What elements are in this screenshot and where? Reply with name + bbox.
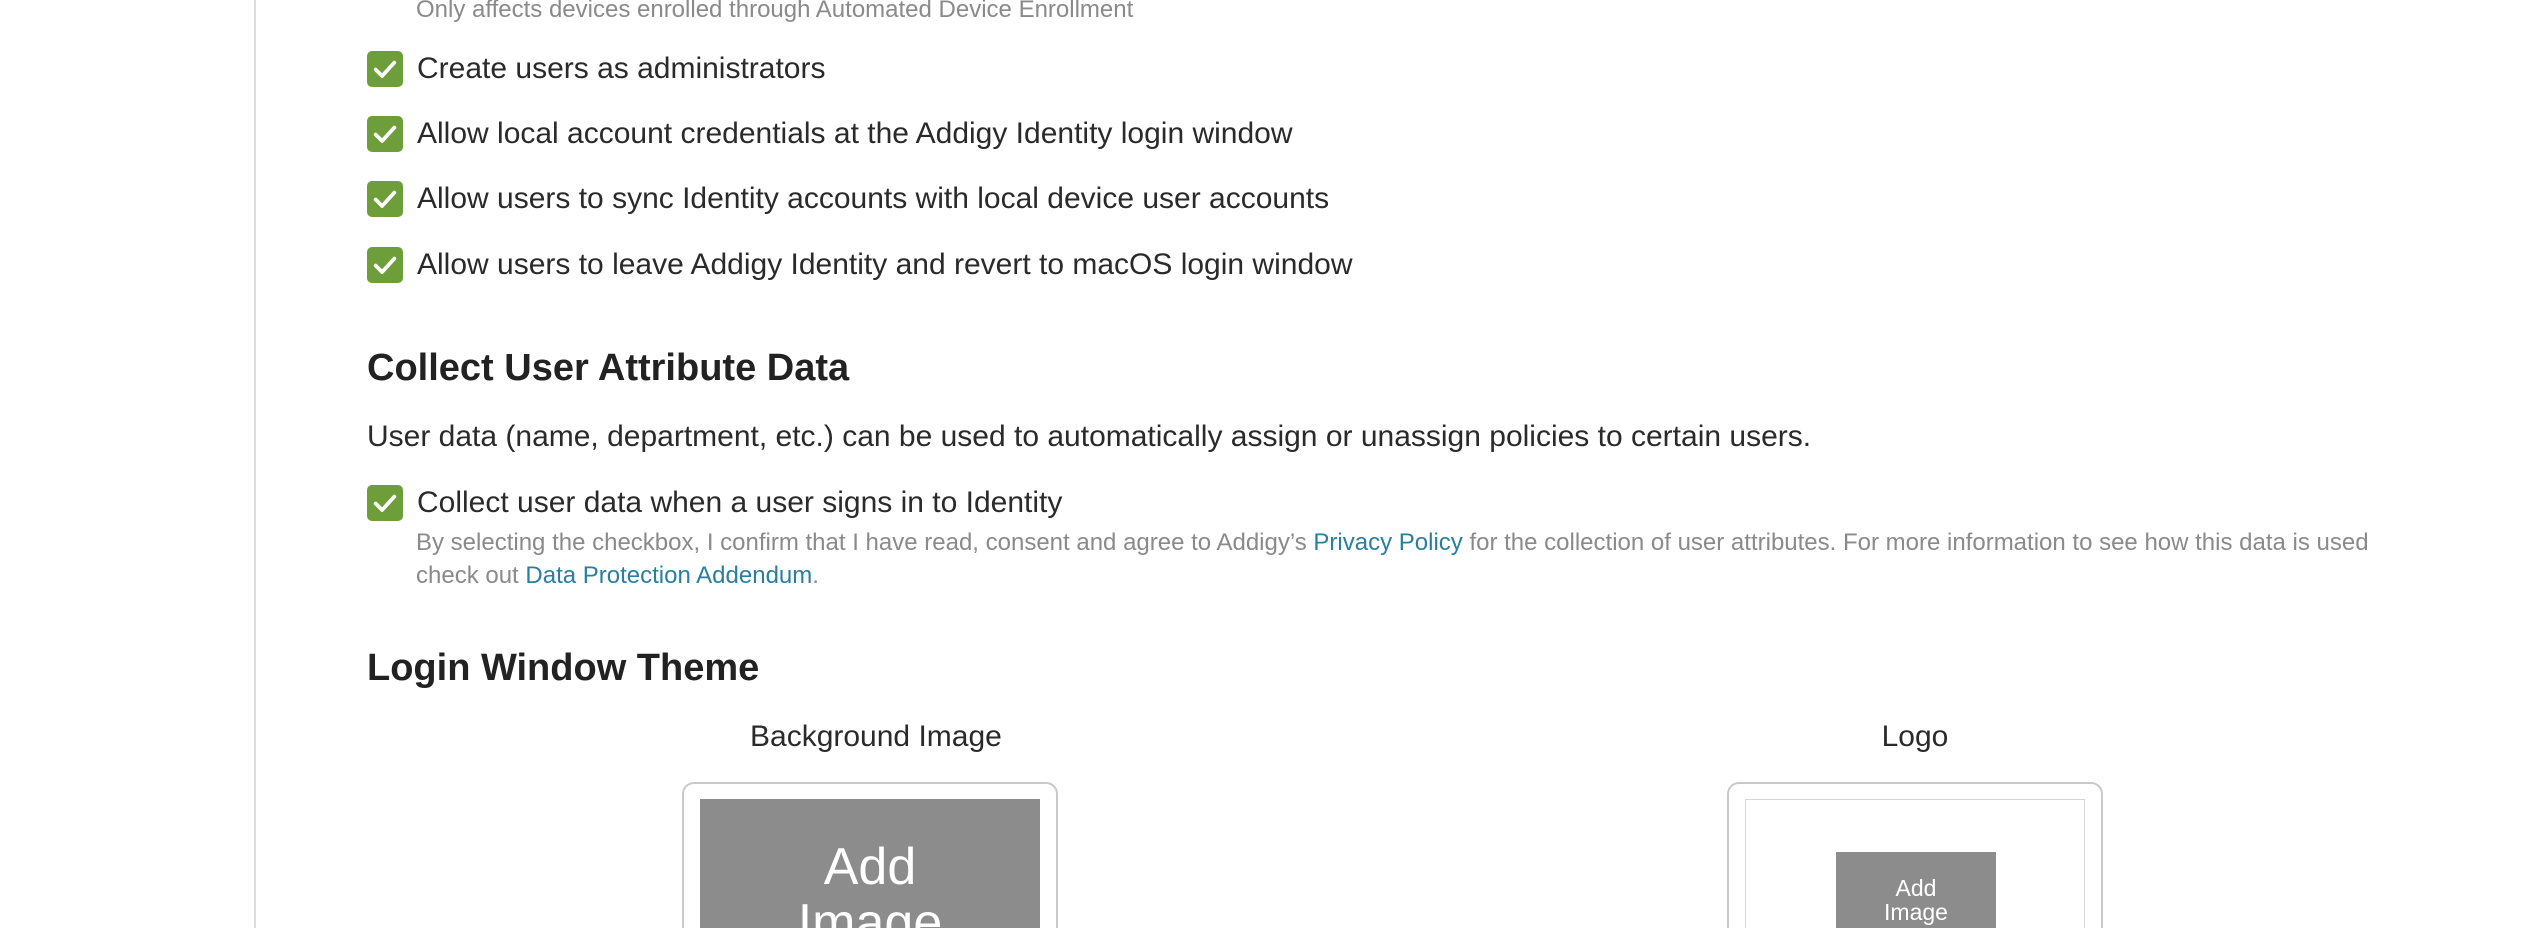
background-image-frame: Add Image (682, 782, 1058, 928)
checkbox-checked[interactable] (367, 181, 403, 217)
checkmark-icon (373, 60, 397, 78)
checkmark-icon (373, 190, 397, 208)
option-label: Allow users to leave Addigy Identity and… (417, 248, 1353, 281)
checkmark-icon (373, 125, 397, 143)
option-create-admins[interactable]: Create users as administrators (367, 49, 826, 89)
placeholder-line-2: Image (1884, 899, 1948, 925)
consent-prefix: By selecting the checkbox, I confirm tha… (416, 529, 1314, 556)
option-sync-accounts[interactable]: Allow users to sync Identity accounts wi… (367, 179, 1329, 219)
collect-section-title: Collect User Attribute Data (367, 347, 850, 389)
checkmark-icon (373, 256, 397, 274)
consent-suffix: . (812, 562, 819, 589)
identity-settings-page: Only affects devices enrolled through Au… (0, 0, 2526, 928)
option-label: Create users as administrators (417, 52, 826, 85)
option-leave-identity[interactable]: Allow users to leave Addigy Identity and… (367, 245, 1352, 285)
placeholder-line-2: Image (797, 894, 943, 928)
placeholder-line-1: Add (1895, 875, 1937, 901)
option-label: Collect user data when a user signs in t… (417, 486, 1063, 519)
add-background-image-button[interactable]: Add Image (700, 799, 1040, 928)
add-logo-button[interactable]: Add Image (1836, 852, 1996, 928)
logo-label: Logo (1881, 720, 1949, 753)
option-collect-user-data[interactable]: Collect user data when a user signs in t… (367, 483, 1062, 523)
checkmark-icon (373, 494, 397, 512)
theme-section-title: Login Window Theme (367, 647, 760, 689)
collect-section-description: User data (name, department, etc.) can b… (367, 420, 1812, 453)
checkbox-checked[interactable] (367, 116, 403, 152)
checkbox-checked[interactable] (367, 485, 403, 521)
placeholder-line-1: Add (823, 838, 917, 896)
data-protection-addendum-link[interactable]: Data Protection Addendum (525, 562, 812, 589)
checkbox-checked[interactable] (367, 51, 403, 87)
ade-hint: Only affects devices enrolled through Au… (416, 0, 1134, 23)
option-label: Allow local account credentials at the A… (417, 117, 1293, 150)
privacy-policy-link[interactable]: Privacy Policy (1313, 529, 1462, 556)
checkbox-checked[interactable] (367, 247, 403, 283)
option-label: Allow users to sync Identity accounts wi… (417, 182, 1330, 215)
left-divider (254, 0, 256, 928)
logo-frame: Add Image (1727, 782, 2103, 928)
background-image-label: Background Image (750, 720, 1002, 753)
logo-inner-frame: Add Image (1745, 799, 2085, 928)
option-allow-local-credentials[interactable]: Allow local account credentials at the A… (367, 114, 1293, 154)
consent-text: By selecting the checkbox, I confirm tha… (416, 526, 2426, 592)
